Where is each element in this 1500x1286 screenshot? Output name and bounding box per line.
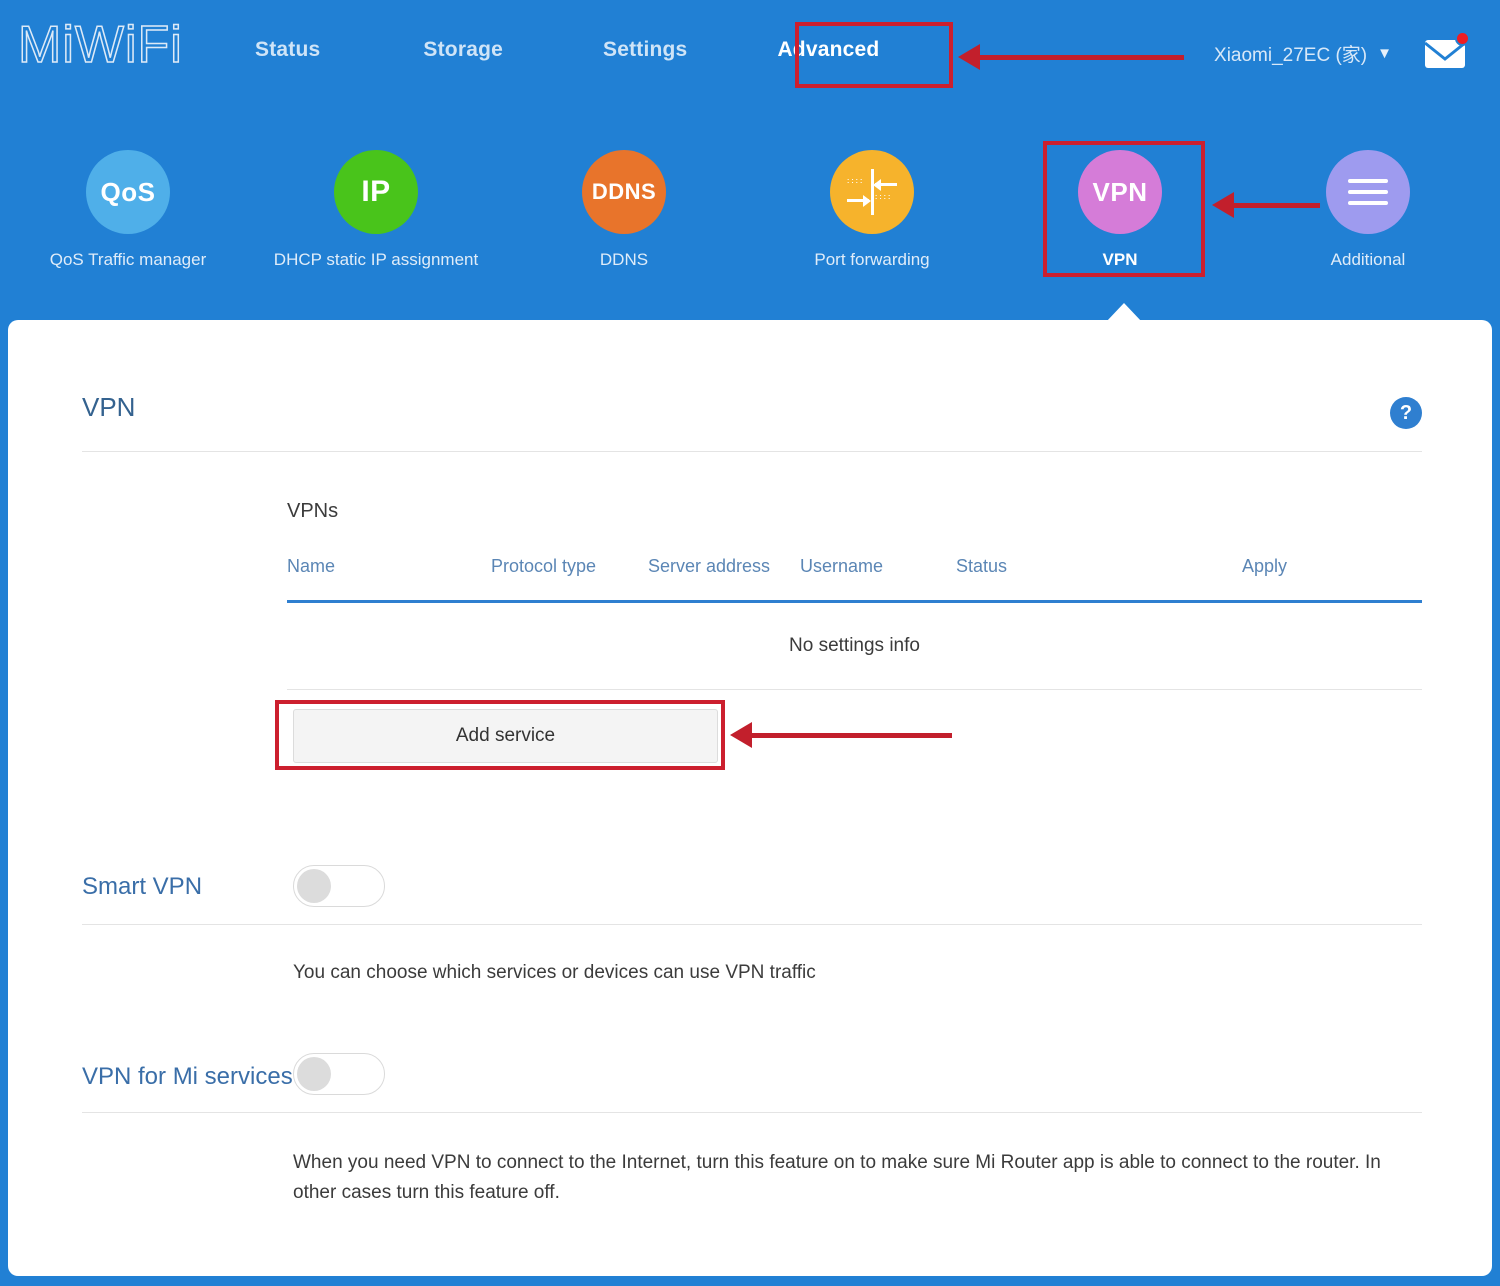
shortcut-additional[interactable]: Additional [1243, 150, 1493, 270]
table-header-row: Name Protocol type Server address Userna… [287, 556, 1422, 600]
account-name: Xiaomi_27EC (家) [1214, 40, 1367, 67]
advanced-shortcut-row: QoS QoS Traffic manager IP DHCP static I… [0, 150, 1500, 290]
hamburger-icon [1326, 150, 1410, 234]
table-empty-message: No settings info [287, 603, 1422, 689]
chevron-down-icon: ▼ [1377, 45, 1392, 62]
shortcut-port-forwarding[interactable]: :::: :::: Port forwarding [747, 150, 997, 270]
ddns-icon: DDNS [582, 150, 666, 234]
nav-tab-advanced[interactable]: Advanced [777, 38, 879, 62]
shortcut-label-ddns: DDNS [499, 250, 749, 270]
miwifi-router-admin-page: MiWiFi Status Storage Settings Advanced … [0, 0, 1500, 1286]
mi-services-vpn-toggle[interactable] [293, 1053, 385, 1095]
shortcut-ddns[interactable]: DDNS DDNS [499, 150, 749, 270]
mail-envelope-icon[interactable] [1419, 30, 1475, 76]
nav-tab-storage[interactable]: Storage [423, 38, 503, 62]
table-bottom-divider [287, 689, 1422, 690]
column-header-status: Status [956, 556, 1007, 577]
shortcut-label-qos: QoS Traffic manager [3, 250, 253, 270]
notification-badge [1455, 31, 1470, 46]
shortcut-dhcp-static-ip[interactable]: IP DHCP static IP assignment [251, 150, 501, 270]
smart-vpn-description: You can choose which services or devices… [293, 958, 1393, 988]
top-header-bar: MiWiFi Status Storage Settings Advanced … [0, 0, 1500, 110]
vpn-list-label: VPNs [287, 500, 338, 523]
divider-title [82, 451, 1422, 452]
mi-services-vpn-toggle-knob [297, 1057, 331, 1091]
help-icon[interactable]: ? [1390, 397, 1422, 429]
divider-mi-services-vpn [82, 1112, 1422, 1113]
column-header-server-address: Server address [648, 556, 770, 577]
page-title: VPN [82, 392, 135, 423]
smart-vpn-toggle-knob [297, 869, 331, 903]
divider-smart-vpn [82, 924, 1422, 925]
smart-vpn-toggle[interactable] [293, 865, 385, 907]
main-navigation: Status Storage Settings Advanced [255, 38, 879, 62]
nav-tab-settings[interactable]: Settings [603, 38, 687, 62]
column-header-username: Username [800, 556, 883, 577]
ip-icon: IP [334, 150, 418, 234]
qos-icon: QoS [86, 150, 170, 234]
port-forwarding-icon: :::: :::: [830, 150, 914, 234]
shortcut-vpn[interactable]: VPN VPN [995, 150, 1245, 270]
shortcut-qos[interactable]: QoS QoS Traffic manager [3, 150, 253, 270]
column-header-name: Name [287, 556, 335, 577]
account-menu[interactable]: Xiaomi_27EC (家) ▼ [1214, 40, 1392, 67]
miwifi-logo[interactable]: MiWiFi [18, 14, 183, 76]
column-header-apply: Apply [1242, 556, 1287, 577]
shortcut-label-dhcp: DHCP static IP assignment [251, 250, 501, 270]
mi-services-vpn-description: When you need VPN to connect to the Inte… [293, 1148, 1423, 1208]
shortcut-label-additional: Additional [1243, 250, 1493, 270]
column-header-protocol-type: Protocol type [491, 556, 596, 577]
smart-vpn-label: Smart VPN [82, 873, 202, 901]
vpn-settings-card: VPN ? VPNs Name Protocol type Server add… [8, 320, 1492, 1276]
shortcut-label-port-forwarding: Port forwarding [747, 250, 997, 270]
add-service-button[interactable]: Add service [293, 709, 718, 763]
shortcut-label-vpn: VPN [995, 250, 1245, 270]
vpn-table: Name Protocol type Server address Userna… [287, 556, 1422, 600]
nav-tab-status[interactable]: Status [255, 38, 320, 62]
vpn-icon: VPN [1078, 150, 1162, 234]
mi-services-vpn-label: VPN for Mi services [82, 1063, 293, 1091]
